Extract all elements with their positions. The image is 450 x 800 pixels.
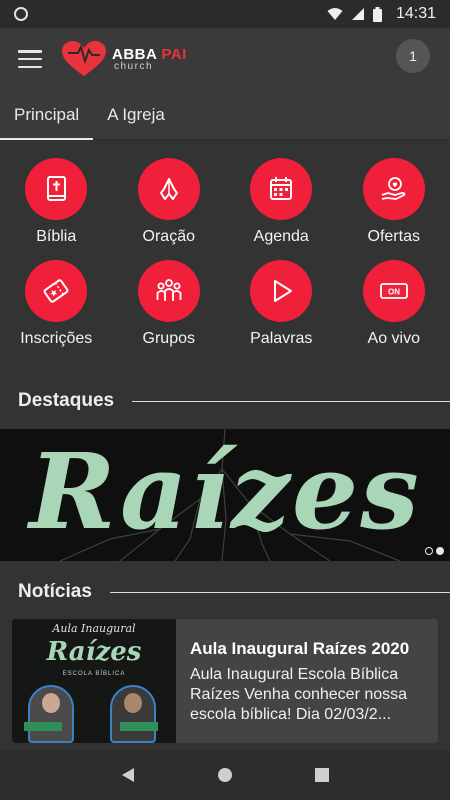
speaker-name-tag xyxy=(24,722,62,731)
section-title: Notícias xyxy=(18,581,92,602)
on-air-text: ON xyxy=(388,288,400,297)
highlight-banner[interactable]: Raízes xyxy=(0,429,450,561)
speaker-photo xyxy=(110,685,156,743)
play-icon xyxy=(250,260,313,322)
brand-logo: ABBA PAI church xyxy=(62,41,187,77)
heart-hand-icon xyxy=(362,158,425,220)
news-card[interactable]: Aula Inaugural Raízes ESCOLA BÍBLICA Aul… xyxy=(12,619,438,743)
group-icon xyxy=(137,260,200,322)
tab-bar: Principal A Igreja xyxy=(0,90,450,140)
shortcut-oracao[interactable]: Oração xyxy=(113,158,226,246)
shortcut-palavras[interactable]: Palavras xyxy=(225,260,338,348)
on-air-icon: ON xyxy=(362,260,425,322)
shortcut-ao-vivo[interactable]: ON Ao vivo xyxy=(338,260,450,348)
shortcut-biblia[interactable]: Bíblia xyxy=(0,158,113,246)
shortcut-label: Bíblia xyxy=(36,228,77,245)
wifi-icon xyxy=(327,8,343,20)
cell-signal-icon xyxy=(351,8,364,20)
thumbnail-title: Raízes xyxy=(46,637,142,667)
carousel-dot-active[interactable] xyxy=(436,547,444,555)
shortcut-label: Grupos xyxy=(142,330,195,347)
banner-title: Raízes xyxy=(29,430,421,553)
clock: 14:31 xyxy=(395,5,436,22)
news-thumbnail: Aula Inaugural Raízes ESCOLA BÍBLICA xyxy=(12,619,176,743)
shortcut-label: Inscrições xyxy=(20,330,93,347)
shortcut-grupos[interactable]: Grupos xyxy=(113,260,226,348)
shortcut-label: Ao vivo xyxy=(367,330,420,347)
shortcut-label: Oração xyxy=(142,228,195,245)
thumbnail-subtitle: ESCOLA BÍBLICA xyxy=(62,671,126,677)
divider xyxy=(132,400,450,402)
carousel-dot[interactable] xyxy=(425,547,433,555)
praying-hands-icon xyxy=(137,158,200,220)
speaker-photo xyxy=(28,685,74,743)
shortcut-agenda[interactable]: Agenda xyxy=(225,158,338,246)
section-title: Destaques xyxy=(18,390,115,411)
brand-accent-text: PAI xyxy=(161,45,187,63)
shortcut-inscricoes[interactable]: Inscrições xyxy=(0,260,113,348)
battery-icon xyxy=(372,6,382,22)
notification-icon xyxy=(14,7,28,21)
thumbnail-caption: Aula Inaugural xyxy=(52,622,136,635)
divider xyxy=(109,591,450,593)
home-icon[interactable] xyxy=(215,765,235,785)
notification-badge[interactable]: 1 xyxy=(396,39,430,73)
shortcut-label: Palavras xyxy=(250,330,313,347)
shortcut-label: Ofertas xyxy=(367,228,420,245)
carousel-indicator xyxy=(425,547,444,555)
system-nav-bar xyxy=(0,750,450,800)
app-bar: ABBA PAI church 1 xyxy=(0,28,450,90)
news-title: Aula Inaugural Raízes 2020 xyxy=(190,639,410,658)
shortcut-grid: Bíblia Oração Agenda Ofertas Inscrições … xyxy=(0,158,450,348)
back-icon[interactable] xyxy=(118,765,138,785)
speaker-name-tag xyxy=(120,722,158,731)
ticket-icon xyxy=(25,260,88,322)
status-bar: 14:31 xyxy=(0,0,450,28)
news-header: Notícias xyxy=(18,581,450,603)
bible-icon xyxy=(25,158,88,220)
calendar-icon xyxy=(250,158,313,220)
menu-icon[interactable] xyxy=(18,50,42,68)
shortcut-label: Agenda xyxy=(253,228,309,245)
news-description: Aula Inaugural Escola Bíblica Raízes Ven… xyxy=(190,666,408,723)
heart-logo-icon xyxy=(62,41,106,76)
brand-sub-text: church xyxy=(114,60,154,72)
tab-principal[interactable]: Principal xyxy=(0,90,94,140)
recents-icon[interactable] xyxy=(312,765,332,785)
shortcut-ofertas[interactable]: Ofertas xyxy=(338,158,450,246)
highlights-header: Destaques xyxy=(18,390,450,412)
brand-main-text: ABBA xyxy=(112,45,157,63)
tab-a-igreja[interactable]: A Igreja xyxy=(93,90,179,140)
